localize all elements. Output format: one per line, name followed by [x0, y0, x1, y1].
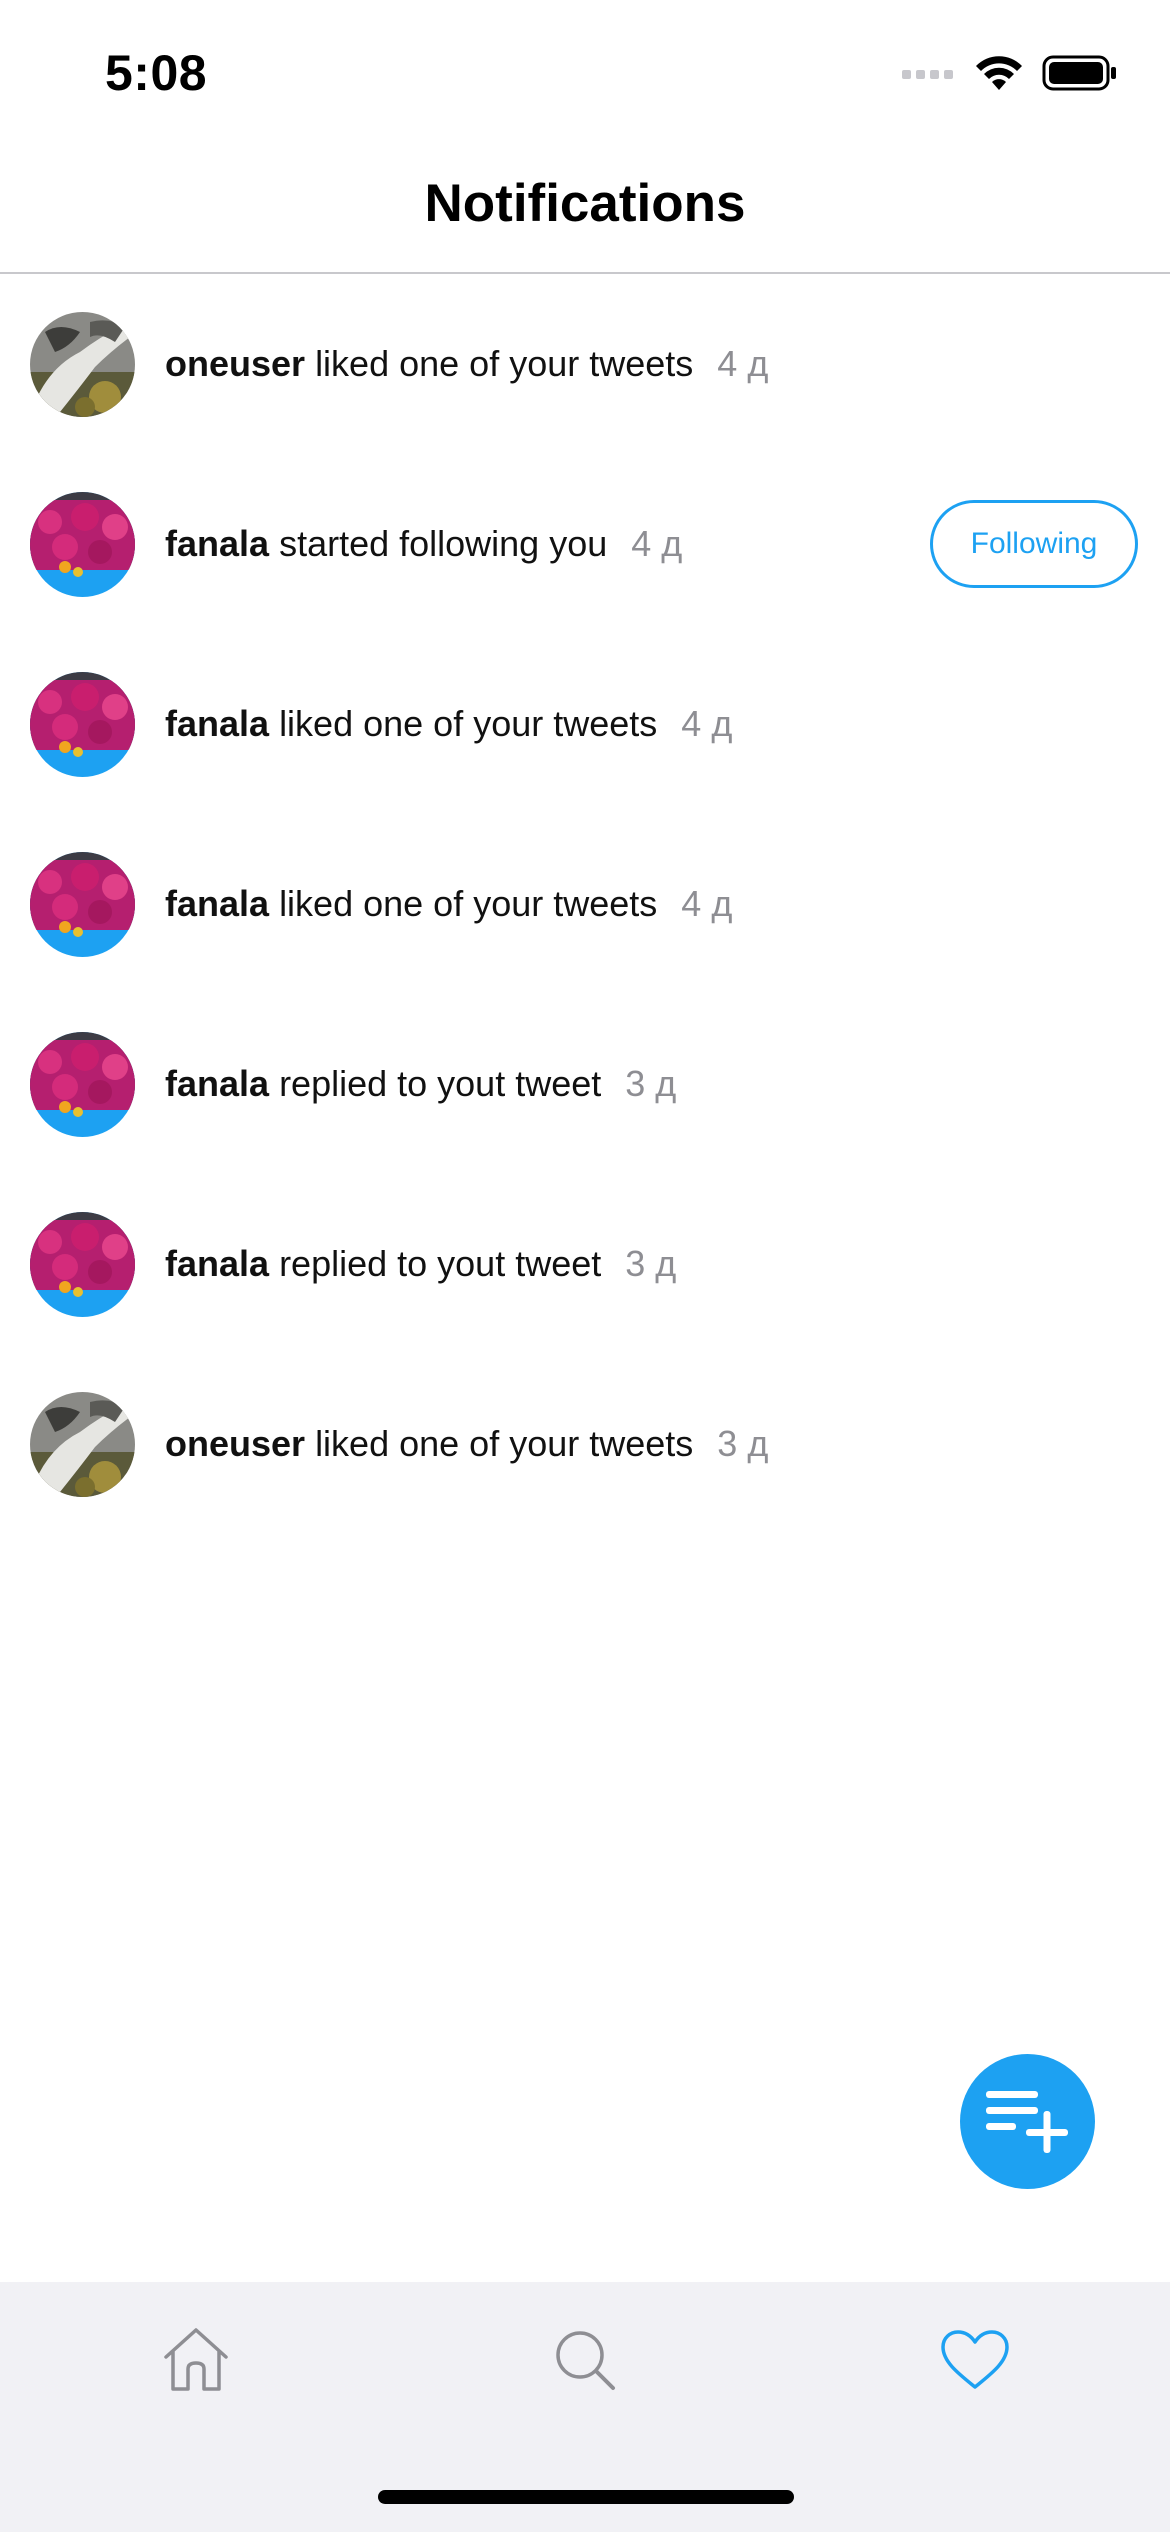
notification-action: liked one of your tweets	[315, 343, 694, 384]
notification-item[interactable]: fanala liked one of your tweets 4 д	[0, 634, 1170, 814]
avatar-oneuser[interactable]	[30, 1391, 135, 1497]
tab-notifications[interactable]	[915, 2302, 1035, 2422]
avatar-fanala[interactable]	[30, 1211, 135, 1317]
notification-list: oneuser liked one of your tweets 4 д fan…	[0, 274, 1170, 1534]
compose-button[interactable]	[960, 2054, 1095, 2189]
avatar-fanala[interactable]	[30, 491, 135, 597]
notification-time: 4 д	[681, 883, 733, 924]
compose-list-plus-icon	[982, 2083, 1074, 2160]
notification-text: oneuser liked one of your tweets 4 д	[165, 343, 768, 385]
heart-icon	[939, 2329, 1011, 2396]
notification-username[interactable]: oneuser	[165, 343, 305, 384]
notification-item[interactable]: oneuser liked one of your tweets 4 д	[0, 274, 1170, 454]
following-button[interactable]: Following	[930, 500, 1138, 588]
tab-home[interactable]	[136, 2302, 256, 2422]
notification-item[interactable]: fanala replied to yout tweet 3 д	[0, 994, 1170, 1174]
battery-icon	[1042, 54, 1118, 97]
tab-search[interactable]	[525, 2302, 645, 2422]
notification-text: fanala replied to yout tweet 3 д	[165, 1243, 676, 1285]
avatar-fanala[interactable]	[30, 1031, 135, 1137]
page-title: Notifications	[424, 173, 746, 233]
status-bar: 5:08	[0, 0, 1170, 140]
notification-time: 4 д	[631, 523, 683, 564]
avatar-fanala[interactable]	[30, 671, 135, 777]
notification-item[interactable]: fanala started following you 4 д Followi…	[0, 454, 1170, 634]
avatar-fanala[interactable]	[30, 851, 135, 957]
notification-action: replied to yout tweet	[279, 1063, 602, 1104]
notification-action: liked one of your tweets	[315, 1423, 694, 1464]
notification-text: fanala started following you 4 д	[165, 523, 682, 565]
navigation-header: Notifications	[0, 140, 1170, 274]
notification-username[interactable]: fanala	[165, 1063, 269, 1104]
notification-username[interactable]: oneuser	[165, 1423, 305, 1464]
notification-item[interactable]: fanala liked one of your tweets 4 д	[0, 814, 1170, 994]
notification-text: fanala liked one of your tweets 4 д	[165, 883, 732, 925]
notification-time: 3 д	[625, 1243, 677, 1284]
notification-item[interactable]: oneuser liked one of your tweets 3 д	[0, 1354, 1170, 1534]
cellular-signal-icon	[902, 66, 956, 85]
notification-username[interactable]: fanala	[165, 703, 269, 744]
notification-action: liked one of your tweets	[279, 703, 658, 744]
notification-username[interactable]: fanala	[165, 1243, 269, 1284]
notifications-screen: 5:08 Notifications oneuser liked one of …	[0, 0, 1170, 2532]
status-time: 5:08	[105, 45, 208, 101]
notification-text: fanala liked one of your tweets 4 д	[165, 703, 732, 745]
notification-time: 3 д	[625, 1063, 677, 1104]
notification-item[interactable]: fanala replied to yout tweet 3 д	[0, 1174, 1170, 1354]
notification-time: 3 д	[717, 1423, 769, 1464]
notification-text: oneuser liked one of your tweets 3 д	[165, 1423, 768, 1465]
search-icon	[552, 2327, 618, 2398]
home-indicator	[378, 2490, 794, 2504]
notification-time: 4 д	[717, 343, 769, 384]
notification-action: liked one of your tweets	[279, 883, 658, 924]
avatar-oneuser[interactable]	[30, 311, 135, 417]
notification-time: 4 д	[681, 703, 733, 744]
notification-action: replied to yout tweet	[279, 1243, 602, 1284]
home-icon	[160, 2325, 232, 2400]
notification-text: fanala replied to yout tweet 3 д	[165, 1063, 676, 1105]
notification-action: started following you	[279, 523, 608, 564]
wifi-icon	[974, 54, 1024, 97]
notification-username[interactable]: fanala	[165, 523, 269, 564]
status-icons	[902, 50, 1118, 100]
notification-username[interactable]: fanala	[165, 883, 269, 924]
